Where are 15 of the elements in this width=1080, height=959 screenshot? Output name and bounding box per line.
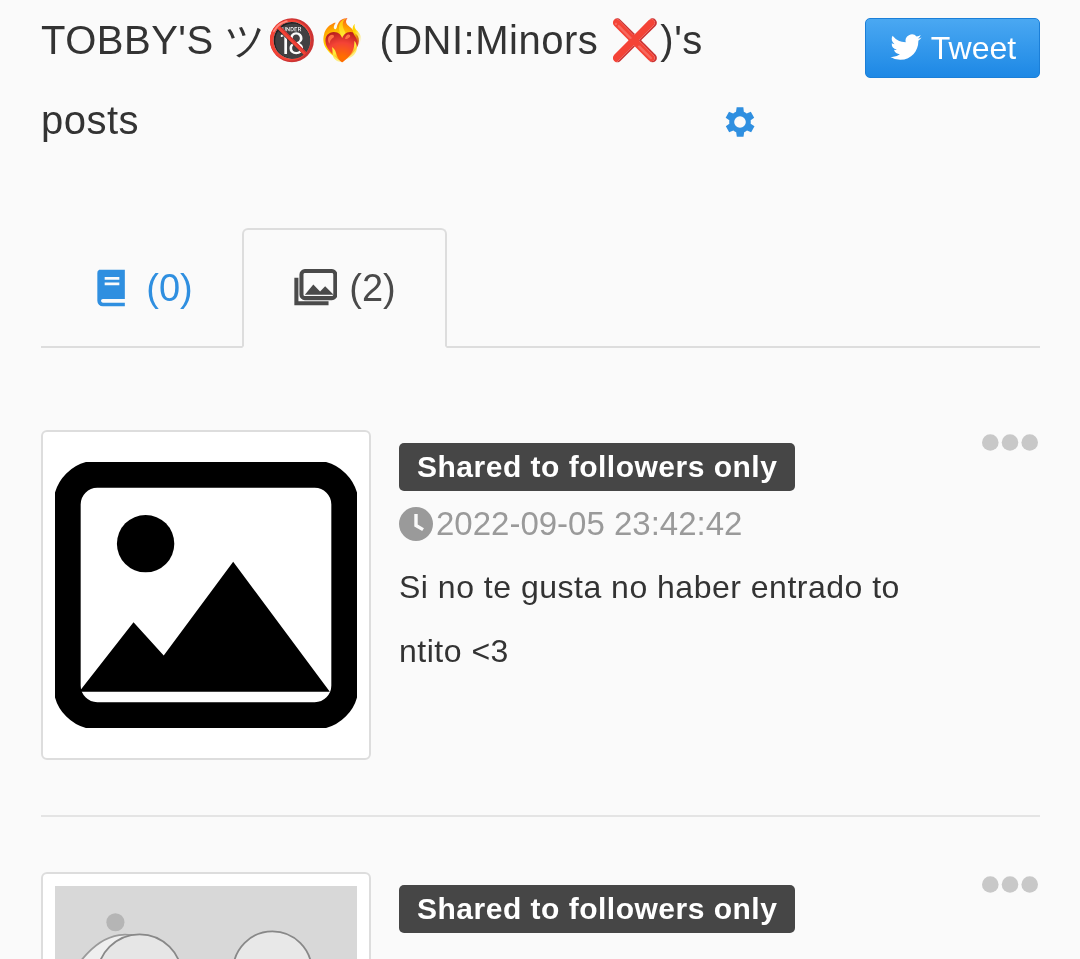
tweet-button[interactable]: Tweet [865, 18, 1040, 78]
tab[interactable]: (0) [41, 228, 242, 348]
thumbnail[interactable] [41, 430, 371, 760]
more-icon [982, 876, 1038, 893]
page-title: TOBBY'S ツ🔞❤‍🔥 (DNI:Minors ❌)'s posts [41, 17, 704, 144]
tab[interactable]: (2) [242, 228, 447, 348]
more-button[interactable] [982, 876, 1040, 894]
clock-icon [399, 507, 433, 541]
visibility-badge: Shared to followers only [399, 885, 796, 933]
more-button[interactable] [982, 434, 1040, 452]
post-date: 2022-09-05 23:42:42 [436, 505, 743, 543]
visibility-badge: Shared to followers only [399, 443, 796, 491]
image-placeholder-icon [55, 462, 357, 728]
post-text: Si no te gusta no haber entrado to ntito <3 [399, 568, 901, 671]
more-icon [982, 434, 1038, 451]
